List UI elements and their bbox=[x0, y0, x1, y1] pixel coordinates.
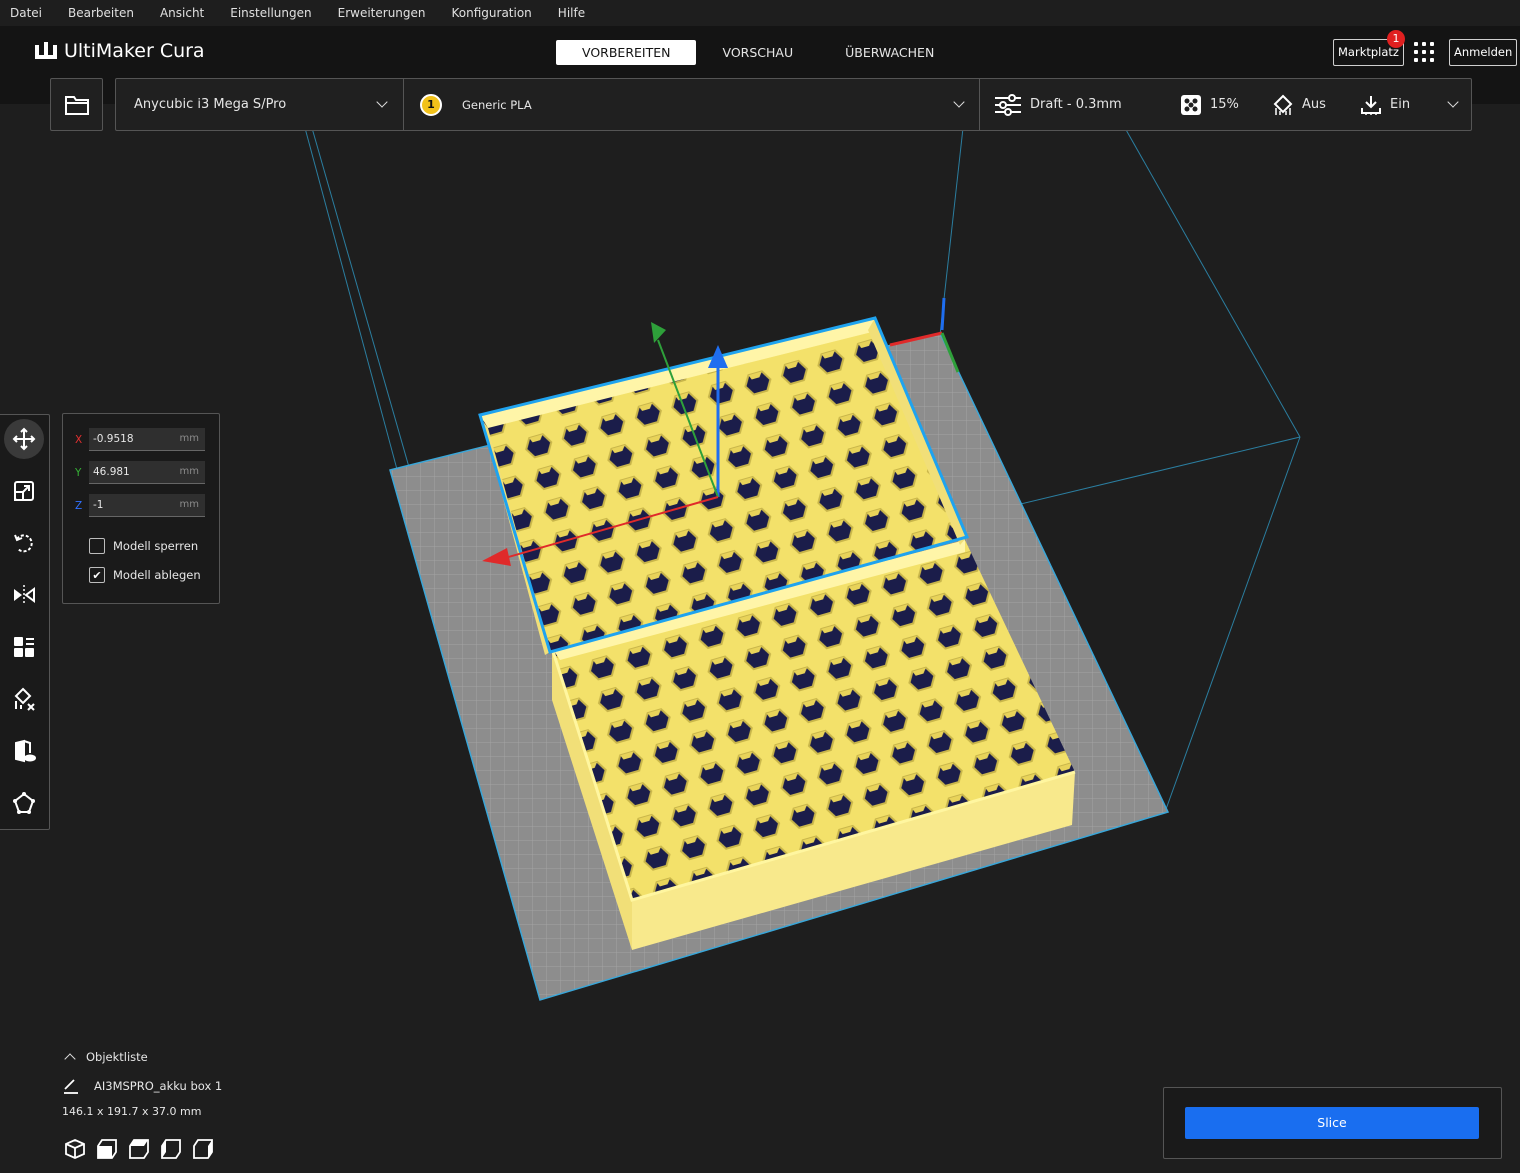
menu-bar: Datei Bearbeiten Ansicht Einstellungen E… bbox=[0, 0, 1520, 26]
slice-button[interactable]: Slice bbox=[1185, 1107, 1479, 1139]
mesh-type-icon bbox=[15, 739, 36, 763]
settings-sliders-icon bbox=[995, 93, 1021, 116]
printer-selector[interactable]: Anycubic i3 Mega S/Pro bbox=[116, 79, 404, 130]
object-dimensions: 146.1 x 191.7 x 37.0 mm bbox=[62, 1105, 202, 1118]
chevron-up-icon bbox=[64, 1053, 76, 1065]
custom-shape-icon bbox=[13, 792, 35, 814]
chevron-down-icon bbox=[953, 96, 965, 108]
material-name: Generic PLA bbox=[462, 97, 532, 112]
menu-bearbeiten[interactable]: Bearbeiten bbox=[68, 6, 134, 20]
y-axis-label: Y bbox=[75, 466, 82, 479]
edit-pencil-icon[interactable] bbox=[62, 1078, 80, 1094]
stage-tabs: VORBEREITEN VORSCHAU ÜBERWACHEN bbox=[556, 40, 960, 65]
mirror-icon bbox=[14, 585, 35, 605]
top-view-icon[interactable] bbox=[128, 1138, 150, 1160]
z-axis-label: Z bbox=[75, 499, 83, 512]
left-view-icon[interactable] bbox=[160, 1138, 182, 1160]
lock-model-checkbox[interactable]: Modell sperren bbox=[89, 538, 198, 554]
profile-label: Draft - 0.3mm bbox=[1030, 97, 1122, 112]
material-selector[interactable]: 1 Generic PLA bbox=[404, 79, 980, 130]
signin-button[interactable]: Anmelden bbox=[1449, 39, 1518, 66]
mesh-type-button[interactable] bbox=[4, 731, 44, 771]
print-config-bar: Anycubic i3 Mega S/Pro 1 Generic PLA Dra… bbox=[115, 78, 1472, 131]
per-model-settings-button[interactable] bbox=[4, 627, 44, 667]
drop-model-checkbox[interactable]: ✔ Modell ablegen bbox=[89, 567, 201, 583]
marketplace-badge: 1 bbox=[1387, 30, 1405, 48]
slice-panel: Slice bbox=[1163, 1087, 1502, 1159]
object-list-toggle[interactable]: Objektliste bbox=[62, 1050, 222, 1065]
front-view-icon[interactable] bbox=[96, 1138, 118, 1160]
custom-shape-button[interactable] bbox=[4, 783, 44, 823]
app-logo: UltiMaker Cura bbox=[34, 40, 205, 62]
chevron-down-icon bbox=[376, 96, 388, 108]
tool-sidebar bbox=[0, 414, 50, 830]
support-blocker-button[interactable] bbox=[4, 679, 44, 719]
per-model-settings-icon bbox=[14, 637, 34, 657]
menu-ansicht[interactable]: Ansicht bbox=[160, 6, 204, 20]
rotate-tool-button[interactable] bbox=[4, 523, 44, 563]
x-unit: mm bbox=[179, 433, 199, 444]
menu-hilfe[interactable]: Hilfe bbox=[558, 6, 585, 20]
build-plate-viewport[interactable] bbox=[0, 104, 1520, 1173]
support-blocker-icon bbox=[14, 687, 35, 711]
infill-icon bbox=[1181, 94, 1201, 115]
move-tool-button[interactable] bbox=[4, 419, 44, 459]
tab-preview[interactable]: VORSCHAU bbox=[696, 40, 819, 65]
menu-einstellungen[interactable]: Einstellungen bbox=[230, 6, 311, 20]
rotate-icon bbox=[14, 534, 33, 553]
checkmark-icon: ✔ bbox=[89, 567, 105, 583]
menu-datei[interactable]: Datei bbox=[10, 6, 42, 20]
mirror-tool-button[interactable] bbox=[4, 575, 44, 615]
move-icon bbox=[12, 427, 36, 451]
menu-konfiguration[interactable]: Konfiguration bbox=[452, 6, 532, 20]
apps-grid-icon[interactable] bbox=[1414, 42, 1434, 62]
view-orientation-buttons bbox=[64, 1138, 214, 1160]
x-axis-label: X bbox=[75, 433, 83, 446]
infill-label: 15% bbox=[1210, 97, 1239, 112]
tab-monitor[interactable]: ÜBERWACHEN bbox=[819, 40, 960, 65]
folder-icon bbox=[64, 95, 89, 115]
ultimaker-logo-icon bbox=[35, 42, 57, 59]
adhesion-icon bbox=[1361, 95, 1381, 115]
open-file-button[interactable] bbox=[50, 78, 103, 131]
object-list: Objektliste AI3MSPRO_akku box 1 146.1 x … bbox=[62, 1050, 222, 1118]
z-unit: mm bbox=[179, 499, 199, 510]
3d-view-icon[interactable] bbox=[64, 1138, 86, 1160]
move-tool-panel: X mm Y mm Z mm Modell sperren ✔ Modell a… bbox=[62, 413, 220, 604]
lock-model-label: Modell sperren bbox=[113, 539, 199, 553]
scale-icon bbox=[14, 481, 34, 501]
support-label: Aus bbox=[1302, 97, 1326, 112]
object-list-title: Objektliste bbox=[86, 1050, 148, 1064]
right-view-icon[interactable] bbox=[192, 1138, 214, 1160]
print-settings-selector[interactable]: Draft - 0.3mm 15% Aus Ein bbox=[980, 79, 1471, 130]
app-title: UltiMaker Cura bbox=[64, 40, 205, 62]
scale-tool-button[interactable] bbox=[4, 471, 44, 511]
drop-model-label: Modell ablegen bbox=[113, 568, 201, 582]
tab-prepare[interactable]: VORBEREITEN bbox=[556, 40, 697, 65]
extruder-badge: 1 bbox=[420, 93, 442, 116]
menu-erweiterungen[interactable]: Erweiterungen bbox=[338, 6, 426, 20]
y-unit: mm bbox=[179, 466, 199, 477]
adhesion-label: Ein bbox=[1390, 97, 1411, 112]
object-name[interactable]: AI3MSPRO_akku box 1 bbox=[94, 1079, 222, 1093]
checkbox-unchecked-icon bbox=[89, 538, 105, 554]
support-icon bbox=[1273, 94, 1293, 115]
chevron-down-icon bbox=[1447, 96, 1459, 108]
printer-name: Anycubic i3 Mega S/Pro bbox=[134, 97, 287, 112]
